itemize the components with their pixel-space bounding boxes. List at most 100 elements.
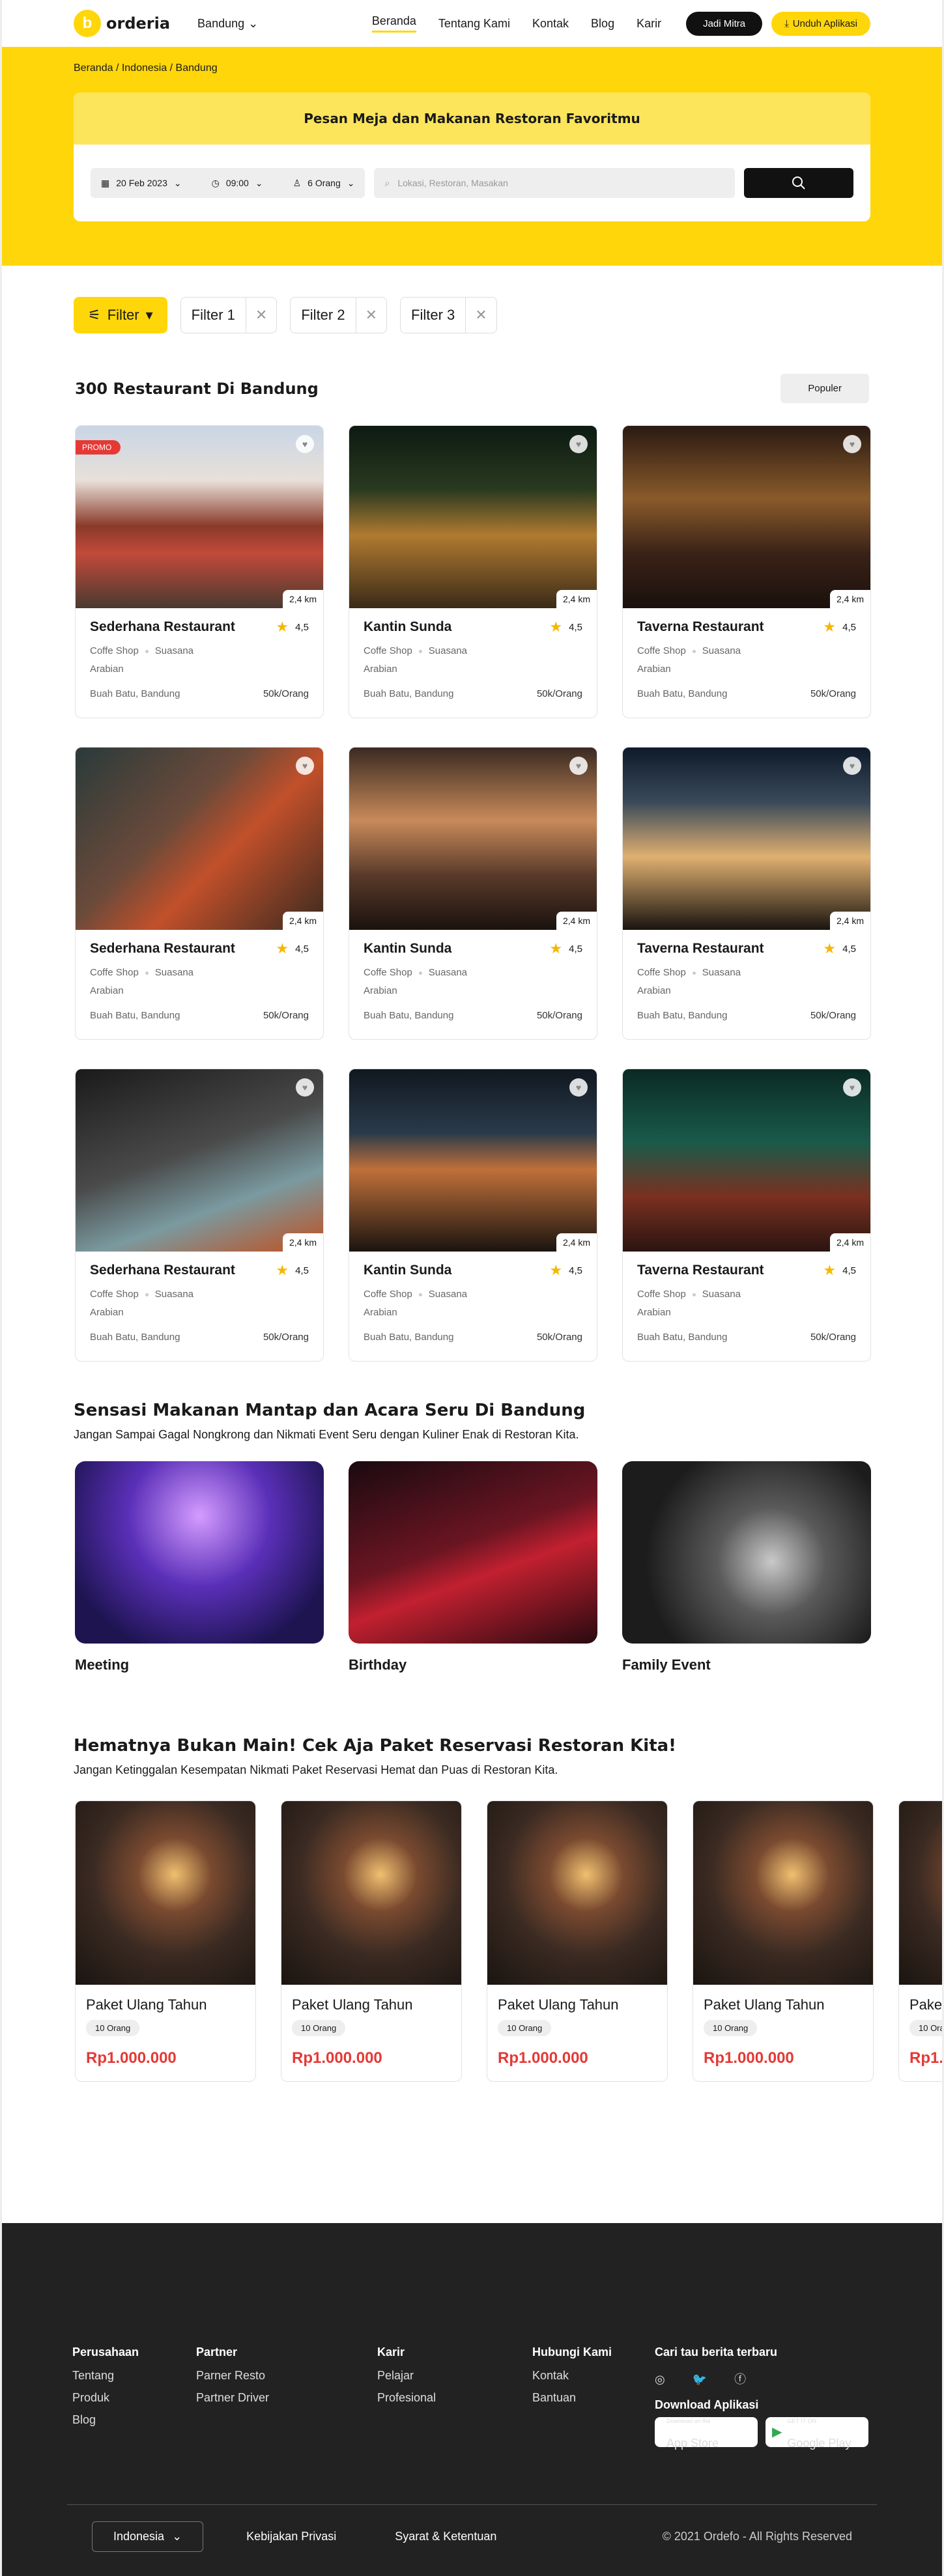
tag: Arabian	[637, 664, 671, 675]
heart-icon[interactable]: ♥	[569, 1078, 588, 1097]
footer-link[interactable]: Pelajar	[377, 2364, 532, 2387]
heart-icon[interactable]: ♥	[569, 435, 588, 453]
restaurant-price: 50k/Orang	[810, 1332, 856, 1343]
logo[interactable]: b orderia	[74, 10, 170, 37]
google-play-big: Google Play	[787, 2437, 851, 2450]
filter-chip[interactable]: Filter 2 ✕	[290, 297, 388, 333]
package-card[interactable]: Paket Ulang Tahun 10 Orang Rp1.000.000	[898, 1800, 942, 2082]
twitter-icon[interactable]: 🐦	[693, 2368, 707, 2390]
event-label: Meeting	[75, 1657, 130, 1673]
tag: Arabian	[90, 1307, 124, 1318]
city-label: Bandung	[197, 16, 245, 30]
tag: Coffe Shop	[637, 1289, 686, 1300]
events-title: Sensasi Makanan Mantap dan Acara Seru Di…	[74, 1401, 586, 1420]
restaurant-card[interactable]: ♥ 2,4 km Kantin Sunda ★ 4,5 Coffe Shop Suasana…	[349, 1069, 597, 1362]
footer-link[interactable]: Blog	[72, 2409, 196, 2431]
tag: Suasana	[154, 1289, 193, 1300]
reservation-form: ▦ 20 Feb 2023 ⌄ ◷ 09:00 ⌄ ♙ 6 Orang ⌄ ⌕ …	[74, 145, 870, 221]
nav-blog[interactable]: Blog	[591, 17, 614, 31]
package-pax: 10 Orang	[704, 2020, 758, 2036]
filter-chip[interactable]: Filter 1 ✕	[180, 297, 278, 333]
star-icon: ★	[276, 619, 289, 635]
nav-karir[interactable]: Karir	[636, 17, 661, 31]
event-image	[349, 1461, 597, 1644]
package-card[interactable]: Paket Ulang Tahun 10 Orang Rp1.000.000	[75, 1800, 256, 2082]
restaurant-location: Buah Batu, Bandung	[637, 688, 728, 699]
nav-beranda[interactable]: Beranda	[371, 14, 416, 33]
filter-button[interactable]: ⚟ Filter ▾	[74, 297, 167, 333]
restaurant-grid: PROMO ♥ 2,4 km Sederhana Restaurant ★ 4,5 Coff…	[2, 425, 942, 1362]
restaurant-card[interactable]: ♥ 2,4 km Taverna Restaurant ★ 4,5 Coffe Shop S…	[622, 1069, 871, 1362]
event-card-birthday[interactable]: Birthday	[349, 1461, 597, 1673]
time-field[interactable]: 09:00	[226, 178, 249, 188]
heart-icon[interactable]: ♥	[296, 435, 314, 453]
rating-value: 4,5	[569, 621, 582, 633]
footer-link[interactable]: Partner Driver	[196, 2387, 377, 2409]
breadcrumb: Beranda / Indonesia / Bandung	[74, 63, 218, 74]
footer-bottom: Indonesia ⌄ Kebijakan Privasi Syarat & K…	[92, 2521, 852, 2552]
event-image	[622, 1461, 871, 1644]
restaurant-location: Buah Batu, Bandung	[90, 1332, 180, 1343]
footer-link[interactable]: Parner Resto	[196, 2364, 377, 2387]
heart-icon[interactable]: ♥	[843, 435, 861, 453]
heart-icon[interactable]: ♥	[296, 757, 314, 775]
nav-kontak[interactable]: Kontak	[532, 17, 569, 31]
chevron-down-icon[interactable]: ⌄	[255, 178, 263, 189]
people-field[interactable]: 6 Orang	[308, 178, 341, 188]
package-pax: 10 Orang	[86, 2020, 140, 2036]
footer-col-title: Perusahaan	[72, 2345, 139, 2359]
terms-link[interactable]: Syarat & Ketentuan	[395, 2530, 496, 2543]
footer-link[interactable]: Bantuan	[532, 2387, 655, 2409]
heart-icon[interactable]: ♥	[569, 757, 588, 775]
footer-link[interactable]: Produk	[72, 2387, 196, 2409]
restaurant-card[interactable]: ♥ 2,4 km Kantin Sunda ★ 4,5 Coffe Shop Suasana…	[349, 425, 597, 718]
restaurant-location: Buah Batu, Bandung	[637, 1332, 728, 1343]
heart-icon[interactable]: ♥	[296, 1078, 314, 1097]
close-icon[interactable]: ✕	[465, 298, 496, 333]
restaurant-card[interactable]: ♥ 2,4 km Taverna Restaurant ★ 4,5 Coffe Shop S…	[622, 747, 871, 1040]
location-search-input[interactable]: ⌕ Lokasi, Restoran, Masakan	[374, 168, 735, 198]
app-store-button[interactable]: Download on the App Store	[655, 2417, 758, 2450]
filter-chip[interactable]: Filter 3 ✕	[400, 297, 497, 333]
footer-link[interactable]: Kontak	[532, 2364, 655, 2387]
close-icon[interactable]: ✕	[245, 298, 276, 333]
restaurant-image: ♥ 2,4 km	[623, 426, 870, 608]
instagram-icon[interactable]: ◎	[655, 2368, 665, 2390]
restaurant-card[interactable]: ♥ 2,4 km Sederhana Restaurant ★ 4,5 Coffe Sho…	[75, 747, 324, 1040]
footer-link[interactable]: Tentang	[72, 2364, 196, 2387]
event-card-family[interactable]: Family Event	[622, 1461, 871, 1673]
distance-badge: 2,4 km	[556, 1233, 597, 1252]
close-icon[interactable]: ✕	[355, 298, 386, 333]
heart-icon[interactable]: ♥	[843, 1078, 861, 1097]
packages-carousel[interactable]: Paket Ulang Tahun 10 Orang Rp1.000.000 Pake…	[2, 1800, 942, 2082]
tag: Coffe Shop	[364, 645, 412, 656]
language-selector[interactable]: Indonesia ⌄	[92, 2521, 204, 2552]
sort-button[interactable]: Populer	[780, 374, 869, 403]
tag: Arabian	[364, 664, 397, 675]
chevron-down-icon[interactable]: ⌄	[174, 178, 182, 189]
jadi-mitra-button[interactable]: Jadi Mitra	[686, 11, 763, 36]
package-card[interactable]: Paket Ulang Tahun 10 Orang Rp1.000.000	[693, 1800, 874, 2082]
facebook-icon[interactable]: ⓕ	[734, 2368, 746, 2390]
date-field[interactable]: 20 Feb 2023	[116, 178, 167, 188]
restaurant-card[interactable]: ♥ 2,4 km Sederhana Restaurant ★ 4,5 Coffe Sho…	[75, 1069, 324, 1362]
google-play-button[interactable]: ▶ GET IT ON Google Play	[765, 2417, 868, 2450]
dot-separator	[692, 649, 696, 653]
package-card[interactable]: Paket Ulang Tahun 10 Orang Rp1.000.000	[281, 1800, 462, 2082]
unduh-aplikasi-button[interactable]: ⤓ Unduh Aplikasi	[771, 11, 870, 36]
chevron-down-icon[interactable]: ⌄	[347, 178, 355, 189]
restaurant-card[interactable]: ♥ 2,4 km Taverna Restaurant ★ 4,5 Coffe Shop S…	[622, 425, 871, 718]
privacy-link[interactable]: Kebijakan Privasi	[246, 2530, 336, 2543]
restaurant-card[interactable]: ♥ 2,4 km Kantin Sunda ★ 4,5 Coffe Shop Suasana…	[349, 747, 597, 1040]
city-selector[interactable]: Bandung ⌄	[197, 17, 258, 31]
nav-tentang[interactable]: Tentang Kami	[438, 17, 510, 31]
footer-link[interactable]: Profesional	[377, 2387, 532, 2409]
event-card-meeting[interactable]: Meeting	[75, 1461, 324, 1673]
package-card[interactable]: Paket Ulang Tahun 10 Orang Rp1.000.000	[487, 1800, 668, 2082]
package-price: Rp1.000.000	[86, 2049, 177, 2067]
restaurant-price: 50k/Orang	[536, 1010, 582, 1021]
package-name: Paket Ulang Tahun	[292, 1996, 413, 2013]
search-button[interactable]	[744, 168, 853, 198]
restaurant-card[interactable]: PROMO ♥ 2,4 km Sederhana Restaurant ★ 4,5 Coff…	[75, 425, 324, 718]
heart-icon[interactable]: ♥	[843, 757, 861, 775]
